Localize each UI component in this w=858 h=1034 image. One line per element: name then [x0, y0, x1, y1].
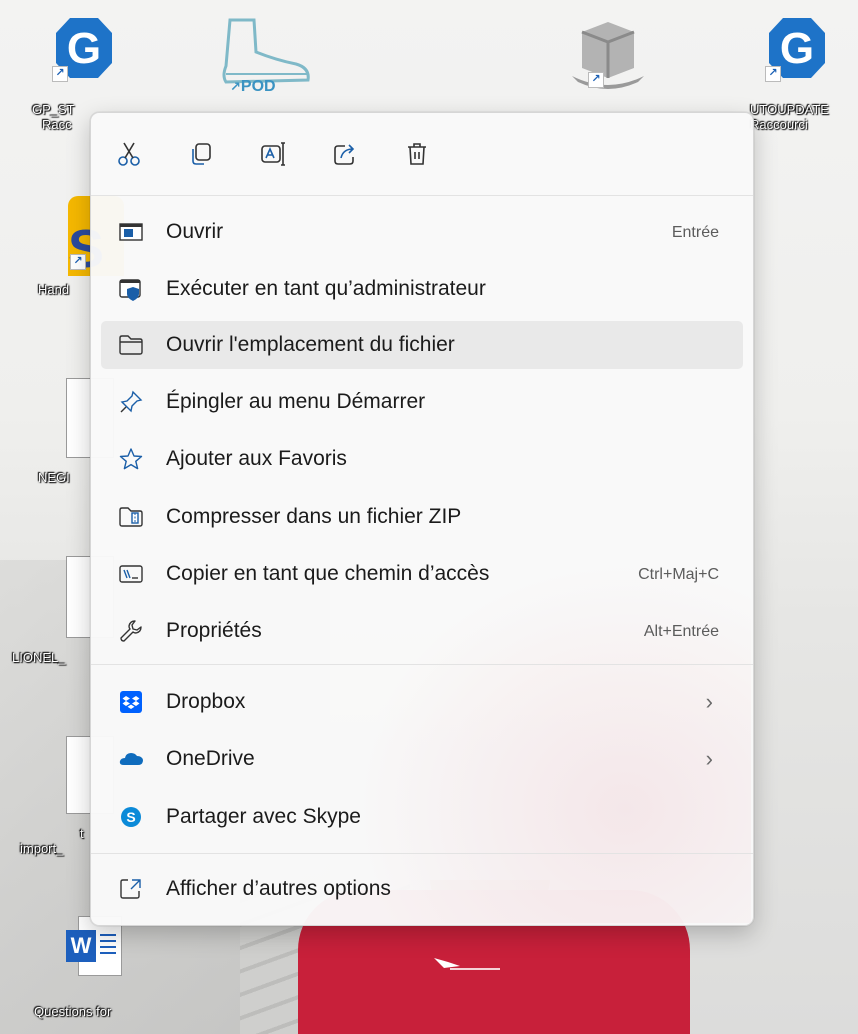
menu-item-accelerator: Entrée	[671, 224, 719, 241]
menu-separator	[91, 664, 753, 665]
menu-item-open-file-location[interactable]: Ouvrir l'emplacement du fichier	[101, 321, 743, 369]
menu-item-onedrive[interactable]: OneDrive ›	[101, 735, 743, 783]
menu-item-add-favorites[interactable]: Ajouter aux Favoris	[101, 435, 743, 483]
share-button[interactable]	[321, 131, 369, 177]
menu-item-dropbox[interactable]: Dropbox ›	[101, 678, 743, 726]
menu-item-share-skype[interactable]: S Partager avec Skype	[101, 793, 743, 841]
menu-item-properties[interactable]: Propriétés Alt+Entrée	[101, 607, 743, 655]
3d-cube-icon: ↗	[572, 18, 644, 89]
menu-item-show-more-options[interactable]: Afficher d’autres options	[101, 865, 743, 913]
desktop-icon-3d[interactable]: ↗	[560, 18, 656, 89]
menu-item-label: Exécuter en tant qu’administrateur	[166, 277, 486, 300]
word-letter: W	[66, 930, 96, 962]
menu-item-label: Ouvrir l'emplacement du fichier	[166, 333, 455, 356]
menu-item-label: Copier en tant que chemin d’accès	[166, 562, 490, 585]
zip-icon	[117, 503, 145, 531]
menu-item-accelerator: Alt+Entrée	[643, 623, 719, 640]
delete-icon	[408, 143, 426, 165]
wrench-icon	[117, 617, 145, 645]
desktop-icon-questions[interactable]: W Questions for	[20, 914, 180, 1019]
menu-item-label: Partager avec Skype	[166, 805, 361, 828]
cut-button[interactable]	[105, 131, 153, 177]
open-icon	[117, 218, 145, 246]
menu-item-label: OneDrive	[166, 747, 255, 770]
shortcut-arrow-icon: ↗	[70, 254, 86, 270]
menu-item-accelerator: Ctrl+Maj+C	[638, 566, 719, 583]
onedrive-icon	[117, 745, 145, 773]
chevron-right-icon: ›	[705, 689, 713, 714]
quick-actions-bar	[105, 127, 465, 181]
shortcut-arrow-icon: ↗	[230, 79, 241, 94]
cut-icon	[118, 142, 140, 166]
rename-icon	[261, 142, 285, 166]
dropbox-icon	[117, 688, 145, 716]
g-app-icon: ↗	[765, 18, 827, 82]
svg-text:S: S	[126, 809, 135, 825]
copy-path-icon	[117, 560, 145, 588]
menu-item-pin-start[interactable]: Épingler au menu Démarrer	[101, 378, 743, 426]
context-menu: Ouvrir Entrée Exécuter en tant qu’admini…	[90, 112, 754, 926]
chevron-right-icon: ›	[705, 746, 713, 771]
shield-run-icon	[117, 275, 145, 303]
menu-item-label: Ouvrir	[166, 220, 224, 243]
menu-item-label: Compresser dans un fichier ZIP	[166, 505, 462, 528]
pod-label: POD	[240, 78, 276, 95]
shortcut-arrow-icon: ↗	[765, 66, 781, 82]
desktop-icon-label: Questions for	[34, 1004, 112, 1019]
desktop-icon-pod[interactable]: ↗POD	[216, 16, 312, 95]
shortcut-arrow-icon: ↗	[52, 66, 68, 82]
g-app-icon: ↗	[52, 18, 114, 82]
desktop-icon-label: Raccourci	[750, 117, 808, 132]
menu-item-label: Propriétés	[166, 619, 262, 642]
menu-item-run-as-admin[interactable]: Exécuter en tant qu’administrateur	[101, 265, 743, 313]
pod-text: ↗POD	[230, 78, 276, 96]
more-options-icon	[117, 875, 145, 903]
menu-item-open[interactable]: Ouvrir Entrée	[101, 208, 743, 256]
menu-item-label: Épingler au menu Démarrer	[166, 390, 426, 413]
copy-icon	[192, 143, 211, 165]
menu-separator	[91, 853, 753, 854]
folder-icon	[117, 331, 145, 359]
shirt-logo	[430, 952, 510, 972]
menu-separator	[91, 195, 753, 196]
foot-icon: ↗POD	[216, 16, 312, 95]
star-icon	[117, 445, 145, 473]
share-icon	[334, 144, 355, 165]
skype-icon: S	[117, 803, 145, 831]
rename-button[interactable]	[249, 131, 297, 177]
delete-button[interactable]	[393, 131, 441, 177]
menu-item-label: Dropbox	[166, 690, 246, 713]
menu-item-compress-zip[interactable]: Compresser dans un fichier ZIP	[101, 493, 743, 541]
menu-item-copy-as-path[interactable]: Copier en tant que chemin d’accès Ctrl+M…	[101, 550, 743, 598]
copy-button[interactable]	[177, 131, 225, 177]
menu-item-label: Afficher d’autres options	[166, 877, 391, 900]
menu-item-label: Ajouter aux Favoris	[166, 447, 347, 470]
desktop-icon-label: UTOUPDATE	[750, 102, 829, 117]
pin-icon	[117, 388, 145, 416]
shortcut-arrow-icon: ↗	[588, 72, 604, 88]
desktop-icon-autoupdate[interactable]: ↗ UTOUPDATE Raccourci	[736, 18, 858, 132]
